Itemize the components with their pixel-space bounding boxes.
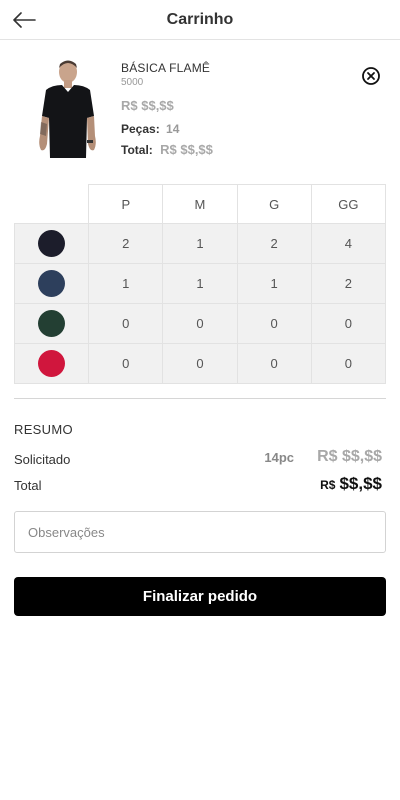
size-header-g: G <box>236 184 312 224</box>
quantity-label: Peças: <box>121 122 160 136</box>
total-label: Total <box>14 478 42 493</box>
product-total-label: Total: <box>121 143 153 157</box>
quantity-cell[interactable]: 1 <box>88 263 164 304</box>
requested-value: R$ $$,$$ <box>317 448 382 465</box>
divider <box>14 398 386 399</box>
quantity-cell[interactable]: 1 <box>162 223 238 264</box>
quantity-cell[interactable]: 4 <box>310 223 387 264</box>
total-amount: $$,$$ <box>339 474 382 493</box>
color-swatch <box>38 230 66 257</box>
color-swatch <box>38 350 66 377</box>
close-circle-icon[interactable] <box>361 66 381 86</box>
finalize-order-button[interactable]: Finalizar pedido <box>14 577 386 616</box>
product-image <box>32 60 102 158</box>
quantity-cell[interactable]: 0 <box>310 343 387 384</box>
color-swatch <box>38 270 66 297</box>
quantity-cell[interactable]: 1 <box>162 263 238 304</box>
color-swatch-cell <box>13 263 90 304</box>
size-color-grid: P M G GG 2 1 2 4 1 1 1 2 0 0 0 0 0 0 0 0 <box>13 184 387 384</box>
product-code: 5000 <box>121 77 144 88</box>
product-price: R$ $$,$$ <box>121 98 174 113</box>
color-row: 2 1 2 4 <box>13 223 387 264</box>
quantity-cell[interactable]: 0 <box>162 343 238 384</box>
total-value: R$ $$,$$ <box>320 474 382 494</box>
quantity-cell[interactable]: 1 <box>236 263 312 304</box>
page-title: Carrinho <box>166 11 234 28</box>
color-swatch-cell <box>13 343 90 384</box>
size-header-m: M <box>162 184 238 224</box>
requested-pieces: 14pc <box>264 450 294 465</box>
quantity-cell[interactable]: 2 <box>236 223 312 264</box>
quantity-cell[interactable]: 0 <box>236 343 312 384</box>
color-swatch-cell <box>13 223 90 264</box>
product-info: BÁSICA FLAMÊ 5000 R$ $$,$$ Peças: 14 Tot… <box>121 61 213 157</box>
observations-input[interactable] <box>14 511 386 553</box>
product-total-value: R$ $$,$$ <box>160 142 213 157</box>
color-row: 0 0 0 0 <box>13 303 387 344</box>
color-swatch <box>38 310 66 337</box>
grid-corner <box>14 184 90 224</box>
summary-total-row: Total R$ $$,$$ <box>14 474 386 496</box>
quantity-cell[interactable]: 0 <box>88 343 164 384</box>
product-total: Total: R$ $$,$$ <box>121 142 213 157</box>
summary-requested-row: Solicitado 14pc R$ $$,$$ <box>14 448 386 468</box>
quantity-cell[interactable]: 0 <box>162 303 238 344</box>
quantity-value: 14 <box>166 122 180 136</box>
quantity-cell[interactable]: 0 <box>236 303 312 344</box>
color-row: 1 1 1 2 <box>13 263 387 304</box>
size-header-row: P M G GG <box>14 184 387 224</box>
size-header-p: P <box>88 184 164 224</box>
quantity-cell[interactable]: 2 <box>88 223 164 264</box>
product-quantity: Peças: 14 <box>121 122 213 136</box>
color-row: 0 0 0 0 <box>13 343 387 384</box>
quantity-cell[interactable]: 0 <box>310 303 387 344</box>
quantity-cell[interactable]: 0 <box>88 303 164 344</box>
total-currency: R$ <box>320 478 336 492</box>
color-swatch-cell <box>13 303 90 344</box>
product-name: BÁSICA FLAMÊ <box>121 61 211 75</box>
size-header-gg: GG <box>310 184 387 224</box>
cart-item: BÁSICA FLAMÊ 5000 R$ $$,$$ Peças: 14 Tot… <box>0 56 400 166</box>
requested-label: Solicitado <box>14 452 71 467</box>
quantity-cell[interactable]: 2 <box>310 263 387 304</box>
summary-title: RESUMO <box>14 422 73 437</box>
top-bar: Carrinho <box>0 0 400 40</box>
